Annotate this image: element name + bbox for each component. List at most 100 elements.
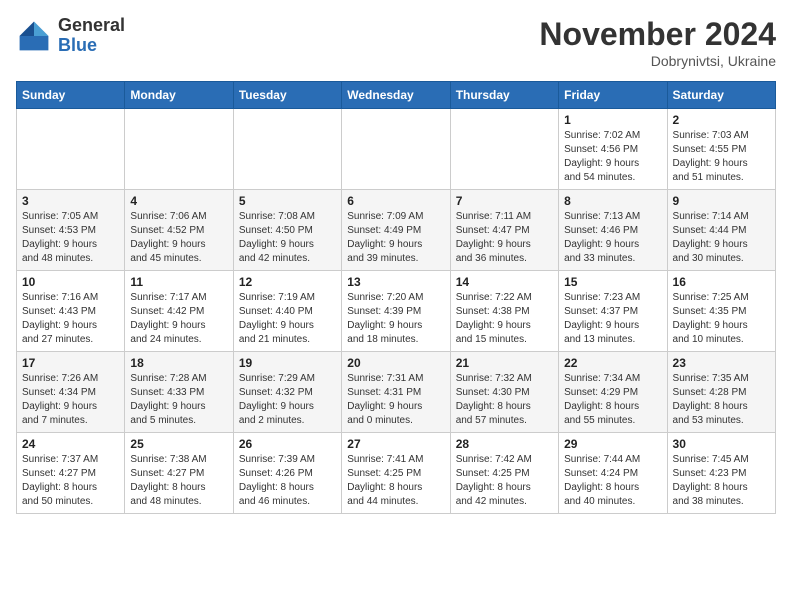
logo-text: General Blue xyxy=(58,16,125,56)
calendar-cell: 11 Sunrise: 7:17 AM Sunset: 4:42 PM Dayli… xyxy=(125,271,233,352)
calendar-cell xyxy=(450,109,558,190)
day-number: 13 xyxy=(347,275,444,289)
calendar-cell: 7Sunrise: 7:11 AM Sunset: 4:47 PM Daylig… xyxy=(450,190,558,271)
day-number: 4 xyxy=(130,194,227,208)
logo-blue: Blue xyxy=(58,36,125,56)
calendar-cell: 1Sunrise: 7:02 AM Sunset: 4:56 PM Daylig… xyxy=(559,109,667,190)
weekday-header-friday: Friday xyxy=(559,82,667,109)
day-number: 9 xyxy=(673,194,770,208)
day-number: 7 xyxy=(456,194,553,208)
calendar-week-2: 3 Sunrise: 7:05 AM Sunset: 4:53 PM Daylig… xyxy=(17,190,776,271)
day-info: Sunrise: 7:22 AM Sunset: 4:38 PM Dayligh… xyxy=(456,291,553,347)
calendar-cell xyxy=(125,109,233,190)
logo: General Blue xyxy=(16,16,125,56)
day-number: 22 xyxy=(564,356,661,370)
calendar-week-4: 17 Sunrise: 7:26 AM Sunset: 4:34 PM Dayli… xyxy=(17,352,776,433)
day-info: Sunrise: 7:39 AM Sunset: 4:26 PM Dayligh… xyxy=(239,453,336,509)
day-number: 17 xyxy=(22,356,119,370)
calendar-week-1: 1Sunrise: 7:02 AM Sunset: 4:56 PM Daylig… xyxy=(17,109,776,190)
calendar-cell: 6Sunrise: 7:09 AM Sunset: 4:49 PM Daylig… xyxy=(342,190,450,271)
calendar-cell: 23 Sunrise: 7:35 AM Sunset: 4:28 PM Dayli… xyxy=(667,352,775,433)
calendar-cell: 16Sunrise: 7:25 AM Sunset: 4:35 PM Dayli… xyxy=(667,271,775,352)
calendar-cell: 4 Sunrise: 7:06 AM Sunset: 4:52 PM Daylig… xyxy=(125,190,233,271)
day-info: Sunrise: 7:28 AM Sunset: 4:33 PM Dayligh… xyxy=(130,372,227,428)
weekday-header-saturday: Saturday xyxy=(667,82,775,109)
calendar-cell: 15Sunrise: 7:23 AM Sunset: 4:37 PM Dayli… xyxy=(559,271,667,352)
month-title: November 2024 xyxy=(539,16,776,53)
day-info: Sunrise: 7:20 AM Sunset: 4:39 PM Dayligh… xyxy=(347,291,444,347)
calendar-cell: 14 Sunrise: 7:22 AM Sunset: 4:38 PM Dayli… xyxy=(450,271,558,352)
calendar-cell: 18 Sunrise: 7:28 AM Sunset: 4:33 PM Dayli… xyxy=(125,352,233,433)
calendar-cell: 9 Sunrise: 7:14 AM Sunset: 4:44 PM Daylig… xyxy=(667,190,775,271)
day-number: 28 xyxy=(456,437,553,451)
day-info: Sunrise: 7:14 AM Sunset: 4:44 PM Dayligh… xyxy=(673,210,770,266)
day-info: Sunrise: 7:26 AM Sunset: 4:34 PM Dayligh… xyxy=(22,372,119,428)
day-number: 12 xyxy=(239,275,336,289)
calendar-cell xyxy=(342,109,450,190)
calendar-cell: 8 Sunrise: 7:13 AM Sunset: 4:46 PM Daylig… xyxy=(559,190,667,271)
day-number: 19 xyxy=(239,356,336,370)
day-info: Sunrise: 7:08 AM Sunset: 4:50 PM Dayligh… xyxy=(239,210,336,266)
day-info: Sunrise: 7:37 AM Sunset: 4:27 PM Dayligh… xyxy=(22,453,119,509)
day-number: 8 xyxy=(564,194,661,208)
location-subtitle: Dobrynivtsi, Ukraine xyxy=(539,53,776,69)
day-info: Sunrise: 7:05 AM Sunset: 4:53 PM Dayligh… xyxy=(22,210,119,266)
calendar-cell: 12Sunrise: 7:19 AM Sunset: 4:40 PM Dayli… xyxy=(233,271,341,352)
day-number: 18 xyxy=(130,356,227,370)
day-number: 5 xyxy=(239,194,336,208)
day-number: 11 xyxy=(130,275,227,289)
day-number: 3 xyxy=(22,194,119,208)
day-info: Sunrise: 7:17 AM Sunset: 4:42 PM Dayligh… xyxy=(130,291,227,347)
calendar-cell: 5 Sunrise: 7:08 AM Sunset: 4:50 PM Daylig… xyxy=(233,190,341,271)
calendar-cell: 21Sunrise: 7:32 AM Sunset: 4:30 PM Dayli… xyxy=(450,352,558,433)
day-info: Sunrise: 7:35 AM Sunset: 4:28 PM Dayligh… xyxy=(673,372,770,428)
day-info: Sunrise: 7:02 AM Sunset: 4:56 PM Dayligh… xyxy=(564,129,661,185)
day-info: Sunrise: 7:03 AM Sunset: 4:55 PM Dayligh… xyxy=(673,129,770,185)
day-info: Sunrise: 7:13 AM Sunset: 4:46 PM Dayligh… xyxy=(564,210,661,266)
day-info: Sunrise: 7:29 AM Sunset: 4:32 PM Dayligh… xyxy=(239,372,336,428)
day-info: Sunrise: 7:41 AM Sunset: 4:25 PM Dayligh… xyxy=(347,453,444,509)
day-number: 30 xyxy=(673,437,770,451)
calendar-cell: 27 Sunrise: 7:41 AM Sunset: 4:25 PM Dayli… xyxy=(342,433,450,514)
logo-general: General xyxy=(58,16,125,36)
day-number: 14 xyxy=(456,275,553,289)
day-info: Sunrise: 7:16 AM Sunset: 4:43 PM Dayligh… xyxy=(22,291,119,347)
day-info: Sunrise: 7:34 AM Sunset: 4:29 PM Dayligh… xyxy=(564,372,661,428)
day-info: Sunrise: 7:06 AM Sunset: 4:52 PM Dayligh… xyxy=(130,210,227,266)
calendar-cell: 3 Sunrise: 7:05 AM Sunset: 4:53 PM Daylig… xyxy=(17,190,125,271)
calendar-cell xyxy=(233,109,341,190)
day-number: 20 xyxy=(347,356,444,370)
calendar-cell: 20 Sunrise: 7:31 AM Sunset: 4:31 PM Dayli… xyxy=(342,352,450,433)
day-info: Sunrise: 7:31 AM Sunset: 4:31 PM Dayligh… xyxy=(347,372,444,428)
weekday-header-wednesday: Wednesday xyxy=(342,82,450,109)
day-info: Sunrise: 7:25 AM Sunset: 4:35 PM Dayligh… xyxy=(673,291,770,347)
day-number: 25 xyxy=(130,437,227,451)
calendar-cell: 26 Sunrise: 7:39 AM Sunset: 4:26 PM Dayli… xyxy=(233,433,341,514)
day-number: 27 xyxy=(347,437,444,451)
title-block: November 2024 Dobrynivtsi, Ukraine xyxy=(539,16,776,69)
calendar-cell: 29Sunrise: 7:44 AM Sunset: 4:24 PM Dayli… xyxy=(559,433,667,514)
calendar-cell: 10Sunrise: 7:16 AM Sunset: 4:43 PM Dayli… xyxy=(17,271,125,352)
day-number: 6 xyxy=(347,194,444,208)
day-number: 24 xyxy=(22,437,119,451)
weekday-header-row: SundayMondayTuesdayWednesdayThursdayFrid… xyxy=(17,82,776,109)
calendar-cell: 22 Sunrise: 7:34 AM Sunset: 4:29 PM Dayli… xyxy=(559,352,667,433)
calendar-table: SundayMondayTuesdayWednesdayThursdayFrid… xyxy=(16,81,776,514)
calendar-cell: 24 Sunrise: 7:37 AM Sunset: 4:27 PM Dayli… xyxy=(17,433,125,514)
weekday-header-monday: Monday xyxy=(125,82,233,109)
day-info: Sunrise: 7:32 AM Sunset: 4:30 PM Dayligh… xyxy=(456,372,553,428)
day-info: Sunrise: 7:45 AM Sunset: 4:23 PM Dayligh… xyxy=(673,453,770,509)
weekday-header-tuesday: Tuesday xyxy=(233,82,341,109)
calendar-cell: 13 Sunrise: 7:20 AM Sunset: 4:39 PM Dayli… xyxy=(342,271,450,352)
day-number: 26 xyxy=(239,437,336,451)
calendar-week-3: 10Sunrise: 7:16 AM Sunset: 4:43 PM Dayli… xyxy=(17,271,776,352)
day-info: Sunrise: 7:44 AM Sunset: 4:24 PM Dayligh… xyxy=(564,453,661,509)
day-number: 23 xyxy=(673,356,770,370)
day-info: Sunrise: 7:42 AM Sunset: 4:25 PM Dayligh… xyxy=(456,453,553,509)
weekday-header-sunday: Sunday xyxy=(17,82,125,109)
day-number: 2 xyxy=(673,113,770,127)
calendar-cell: 25Sunrise: 7:38 AM Sunset: 4:27 PM Dayli… xyxy=(125,433,233,514)
calendar-cell: 17 Sunrise: 7:26 AM Sunset: 4:34 PM Dayli… xyxy=(17,352,125,433)
calendar-week-5: 24 Sunrise: 7:37 AM Sunset: 4:27 PM Dayli… xyxy=(17,433,776,514)
page-header: General Blue November 2024 Dobrynivtsi, … xyxy=(16,16,776,69)
